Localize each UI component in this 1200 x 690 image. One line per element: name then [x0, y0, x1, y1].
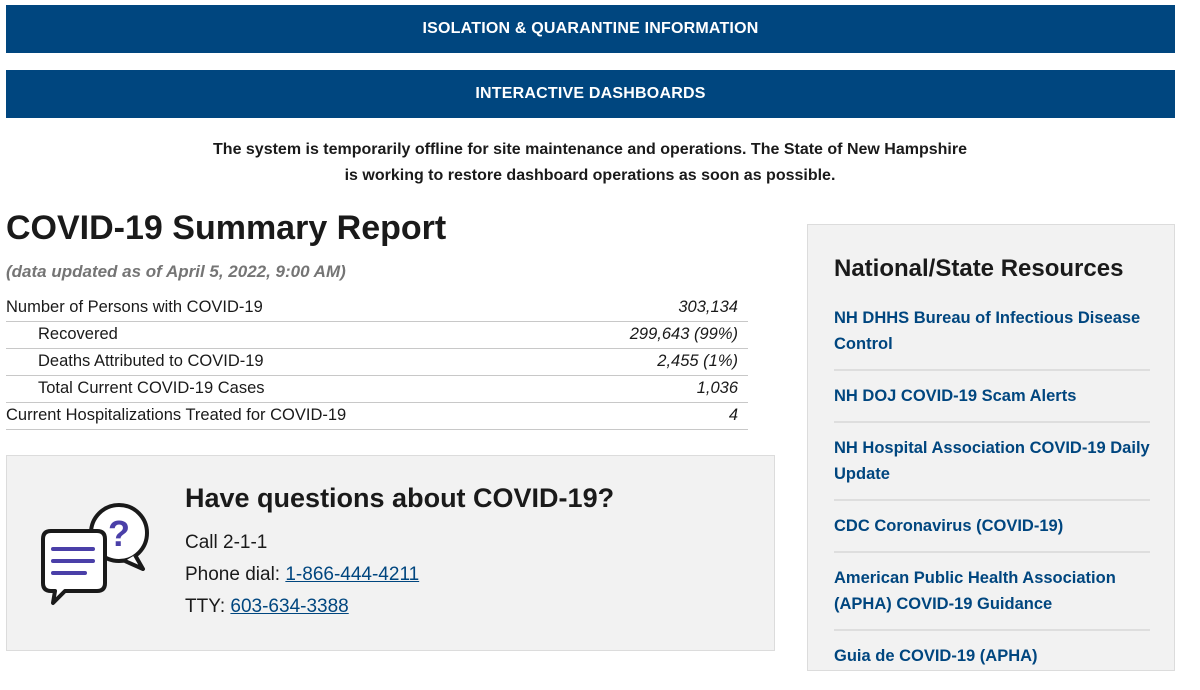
svg-text:?: ? [108, 513, 130, 554]
resources-sidebar: National/State Resources NH DHHS Bureau … [807, 224, 1175, 671]
chat-question-icon: ? [41, 503, 149, 605]
list-item: NH DHHS Bureau of Infectious Disease Con… [834, 305, 1150, 371]
call-211-text: Call 2-1-1 [185, 532, 268, 553]
row-value: 299,643 (99%) [556, 321, 748, 349]
resources-title: National/State Resources [834, 255, 1124, 282]
row-label: Current Hospitalizations Treated for COV… [6, 402, 557, 430]
summary-table: Number of Persons with COVID-19 303,134 … [6, 294, 748, 430]
notice-line-1: The system is temporarily offline for si… [213, 141, 967, 158]
notice-line-2: is working to restore dashboard operatio… [344, 167, 836, 184]
list-item: American Public Health Association (APHA… [834, 565, 1150, 631]
page-title: COVID-19 Summary Report [6, 209, 447, 247]
resource-link-nh-hospital[interactable]: NH Hospital Association COVID-19 Daily U… [834, 435, 1150, 487]
row-value: 303,134 [556, 294, 748, 322]
phone-dial-label: Phone dial: [185, 564, 286, 585]
list-item: NH DOJ COVID-19 Scam Alerts [834, 383, 1150, 423]
tty-number-link[interactable]: 603-634-3388 [230, 596, 348, 617]
table-row: Deaths Attributed to COVID-19 2,455 (1%) [6, 348, 748, 376]
resource-link-nh-doj[interactable]: NH DOJ COVID-19 Scam Alerts [834, 383, 1150, 409]
row-label: Number of Persons with COVID-19 [6, 294, 557, 322]
row-label: Recovered [6, 321, 557, 349]
table-row: Recovered 299,643 (99%) [6, 321, 748, 349]
questions-panel: ? Have questions about COVID-19? Call 2-… [6, 455, 775, 651]
tty-label: TTY: [185, 596, 231, 617]
list-item: NH Hospital Association COVID-19 Daily U… [834, 435, 1150, 501]
interactive-dashboards-button[interactable]: INTERACTIVE DASHBOARDS [6, 70, 1175, 118]
row-value: 2,455 (1%) [556, 348, 748, 376]
row-label: Deaths Attributed to COVID-19 [6, 348, 557, 376]
row-value: 4 [556, 402, 748, 430]
maintenance-notice: The system is temporarily offline for si… [150, 137, 1030, 189]
phone-number-link[interactable]: 1-866-444-4211 [285, 564, 419, 585]
isolation-quarantine-button[interactable]: ISOLATION & QUARANTINE INFORMATION [6, 5, 1175, 53]
table-row: Total Current COVID-19 Cases 1,036 [6, 375, 748, 403]
data-updated-timestamp: (data updated as of April 5, 2022, 9:00 … [6, 262, 346, 281]
resource-link-apha-guia[interactable]: Guia de COVID-19 (APHA) [834, 643, 1150, 669]
row-value: 1,036 [556, 375, 748, 403]
tty-line: TTY: 603-634-3388 [185, 596, 349, 618]
phone-dial-line: Phone dial: 1-866-444-4211 [185, 564, 419, 586]
resource-link-nh-dhhs[interactable]: NH DHHS Bureau of Infectious Disease Con… [834, 305, 1150, 357]
resources-list: NH DHHS Bureau of Infectious Disease Con… [834, 305, 1150, 690]
list-item: CDC Coronavirus (COVID-19) [834, 513, 1150, 553]
list-item: Guia de COVID-19 (APHA) [834, 643, 1150, 681]
table-row: Number of Persons with COVID-19 303,134 [6, 294, 748, 322]
table-row: Current Hospitalizations Treated for COV… [6, 402, 748, 430]
questions-title: Have questions about COVID-19? [185, 483, 615, 513]
resource-link-cdc[interactable]: CDC Coronavirus (COVID-19) [834, 513, 1150, 539]
resource-link-apha[interactable]: American Public Health Association (APHA… [834, 565, 1150, 617]
row-label: Total Current COVID-19 Cases [6, 375, 557, 403]
